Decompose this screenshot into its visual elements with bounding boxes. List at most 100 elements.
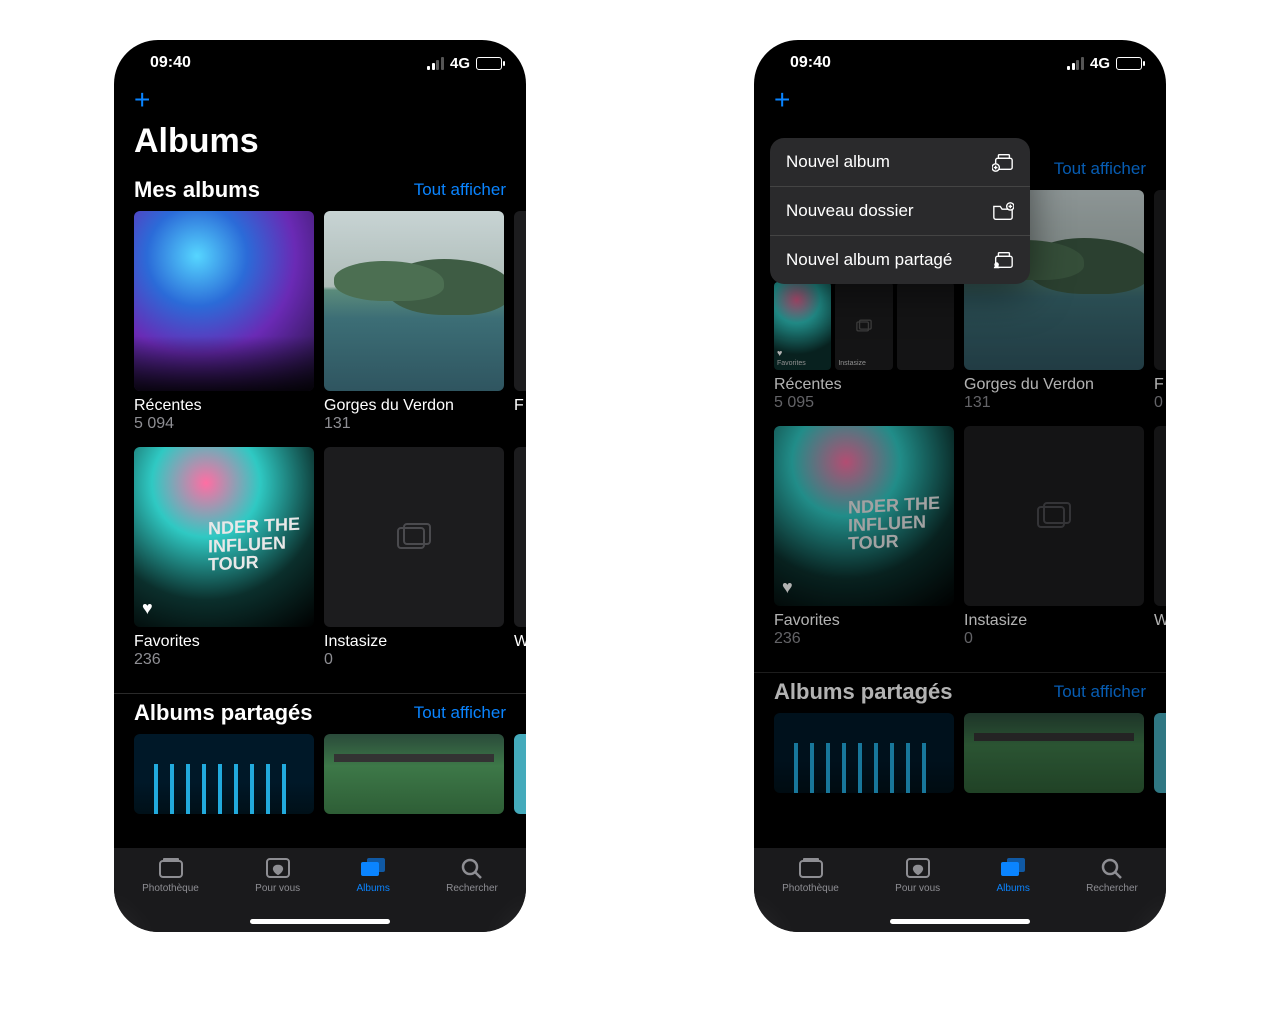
album-count: 236	[134, 651, 314, 669]
shared-album-3[interactable]	[514, 734, 526, 814]
album-favorites[interactable]: ♥ Favorites 236	[774, 426, 954, 648]
tab-search[interactable]: Rechercher	[446, 856, 498, 932]
tab-label: Pour vous	[895, 883, 940, 894]
album-name: W	[514, 633, 526, 651]
home-indicator[interactable]	[250, 919, 390, 924]
album-recentes[interactable]: Récentes 5 094	[134, 211, 314, 433]
add-button[interactable]: +	[114, 78, 526, 116]
add-button[interactable]: +	[754, 78, 1166, 116]
status-bar: 09:40 4G	[114, 40, 526, 78]
menu-new-shared-album[interactable]: Nouvel album partagé	[770, 236, 1030, 284]
album-count: 131	[324, 415, 504, 433]
album-thumb	[514, 734, 526, 814]
album-thumb	[514, 211, 526, 391]
album-count: 0	[964, 630, 1144, 648]
network-label: 4G	[450, 55, 470, 72]
shared-album-1[interactable]	[134, 734, 314, 814]
foryou-icon	[904, 856, 932, 880]
menu-label: Nouvel album partagé	[786, 250, 952, 270]
status-time: 09:40	[790, 54, 831, 72]
album-name: Gorges du Verdon	[964, 376, 1144, 394]
album-thumb	[134, 734, 314, 814]
album-name: Favorites	[774, 612, 954, 630]
search-icon	[458, 856, 486, 880]
albums-row-2: ♥ Favorites 236 Instasize 0 W	[114, 447, 526, 669]
album-instasize[interactable]: Instasize 0	[964, 426, 1144, 648]
album-name: Instasize	[964, 612, 1144, 630]
tab-library[interactable]: Photothèque	[782, 856, 839, 932]
tab-label: Albums	[356, 883, 389, 894]
album-name: Récentes	[134, 397, 314, 415]
new-folder-icon	[992, 201, 1014, 221]
album-favorites[interactable]: ♥ Favorites 236	[134, 447, 314, 669]
new-album-icon	[992, 152, 1014, 172]
tab-label: Albums	[996, 883, 1029, 894]
new-shared-icon	[992, 250, 1014, 270]
shared-album-2[interactable]	[324, 734, 504, 814]
section-shared-header: Albums partagés Tout afficher	[114, 693, 526, 734]
phone-left: 09:40 4G + Albums Mes albums Tout affich…	[114, 40, 526, 932]
album-partial[interactable]: F	[514, 211, 526, 433]
album-count: 131	[964, 394, 1144, 412]
section-my-albums-header: Mes albums Tout afficher	[114, 171, 526, 211]
battery-icon	[476, 57, 502, 70]
album-instasize[interactable]: Instasize 0	[324, 447, 504, 669]
album-thumb	[1154, 190, 1166, 370]
shared-album-3[interactable]	[1154, 713, 1166, 793]
photos-placeholder-icon	[856, 319, 872, 333]
photos-placeholder-icon	[396, 519, 432, 555]
photos-placeholder-icon	[1036, 498, 1072, 534]
add-menu-popup: Nouvel album Nouveau dossier Nouvel albu…	[770, 138, 1030, 284]
album-count: 5 095	[774, 394, 954, 412]
album-gorges[interactable]: Gorges du Verdon 131	[324, 211, 504, 433]
my-albums-see-all[interactable]: Tout afficher	[1054, 159, 1146, 179]
shared-title: Albums partagés	[134, 700, 313, 726]
tab-search[interactable]: Rechercher	[1086, 856, 1138, 932]
album-thumb	[324, 447, 504, 627]
album-thumb	[964, 426, 1144, 606]
signal-icon	[427, 57, 444, 70]
album-thumb	[1154, 426, 1166, 606]
shared-see-all[interactable]: Tout afficher	[414, 703, 506, 723]
tab-library[interactable]: Photothèque	[142, 856, 199, 932]
album-name: Récentes	[774, 376, 954, 394]
album-count: 0	[324, 651, 504, 669]
album-partial-2[interactable]: W	[514, 447, 526, 669]
album-count: 0	[1154, 394, 1166, 412]
album-partial[interactable]: F 0	[1154, 190, 1166, 412]
signal-icon	[1067, 57, 1084, 70]
album-name: Favorites	[134, 633, 314, 651]
tab-label: Rechercher	[446, 883, 498, 894]
menu-label: Nouveau dossier	[786, 201, 914, 221]
status-bar: 09:40 4G	[754, 40, 1166, 78]
shared-album-2[interactable]	[964, 713, 1144, 793]
album-thumb	[514, 447, 526, 627]
my-albums-see-all[interactable]: Tout afficher	[414, 180, 506, 200]
menu-label: Nouvel album	[786, 152, 890, 172]
album-count: 236	[774, 630, 954, 648]
album-name: Instasize	[324, 633, 504, 651]
album-thumb	[134, 211, 314, 391]
my-albums-title: Mes albums	[134, 177, 260, 203]
shared-album-1[interactable]	[774, 713, 954, 793]
shared-row	[114, 734, 526, 814]
status-right: 4G	[427, 55, 502, 72]
shared-row	[754, 713, 1166, 793]
heart-icon: ♥	[777, 348, 782, 358]
album-thumb	[324, 211, 504, 391]
album-thumb: ♥	[774, 426, 954, 606]
home-indicator[interactable]	[890, 919, 1030, 924]
album-thumb	[964, 713, 1144, 793]
albums-row-1: Récentes 5 094 Gorges du Verdon 131 F	[114, 211, 526, 433]
search-icon	[1098, 856, 1126, 880]
library-icon	[797, 856, 825, 880]
albums-icon	[359, 856, 387, 880]
menu-new-album[interactable]: Nouvel album	[770, 138, 1030, 187]
album-partial-2[interactable]: W	[1154, 426, 1166, 648]
foryou-icon	[264, 856, 292, 880]
tab-label: Photothèque	[142, 883, 199, 894]
album-name: F	[1154, 376, 1166, 394]
menu-new-folder[interactable]: Nouveau dossier	[770, 187, 1030, 236]
shared-see-all[interactable]: Tout afficher	[1054, 682, 1146, 702]
album-name: F	[514, 397, 526, 415]
